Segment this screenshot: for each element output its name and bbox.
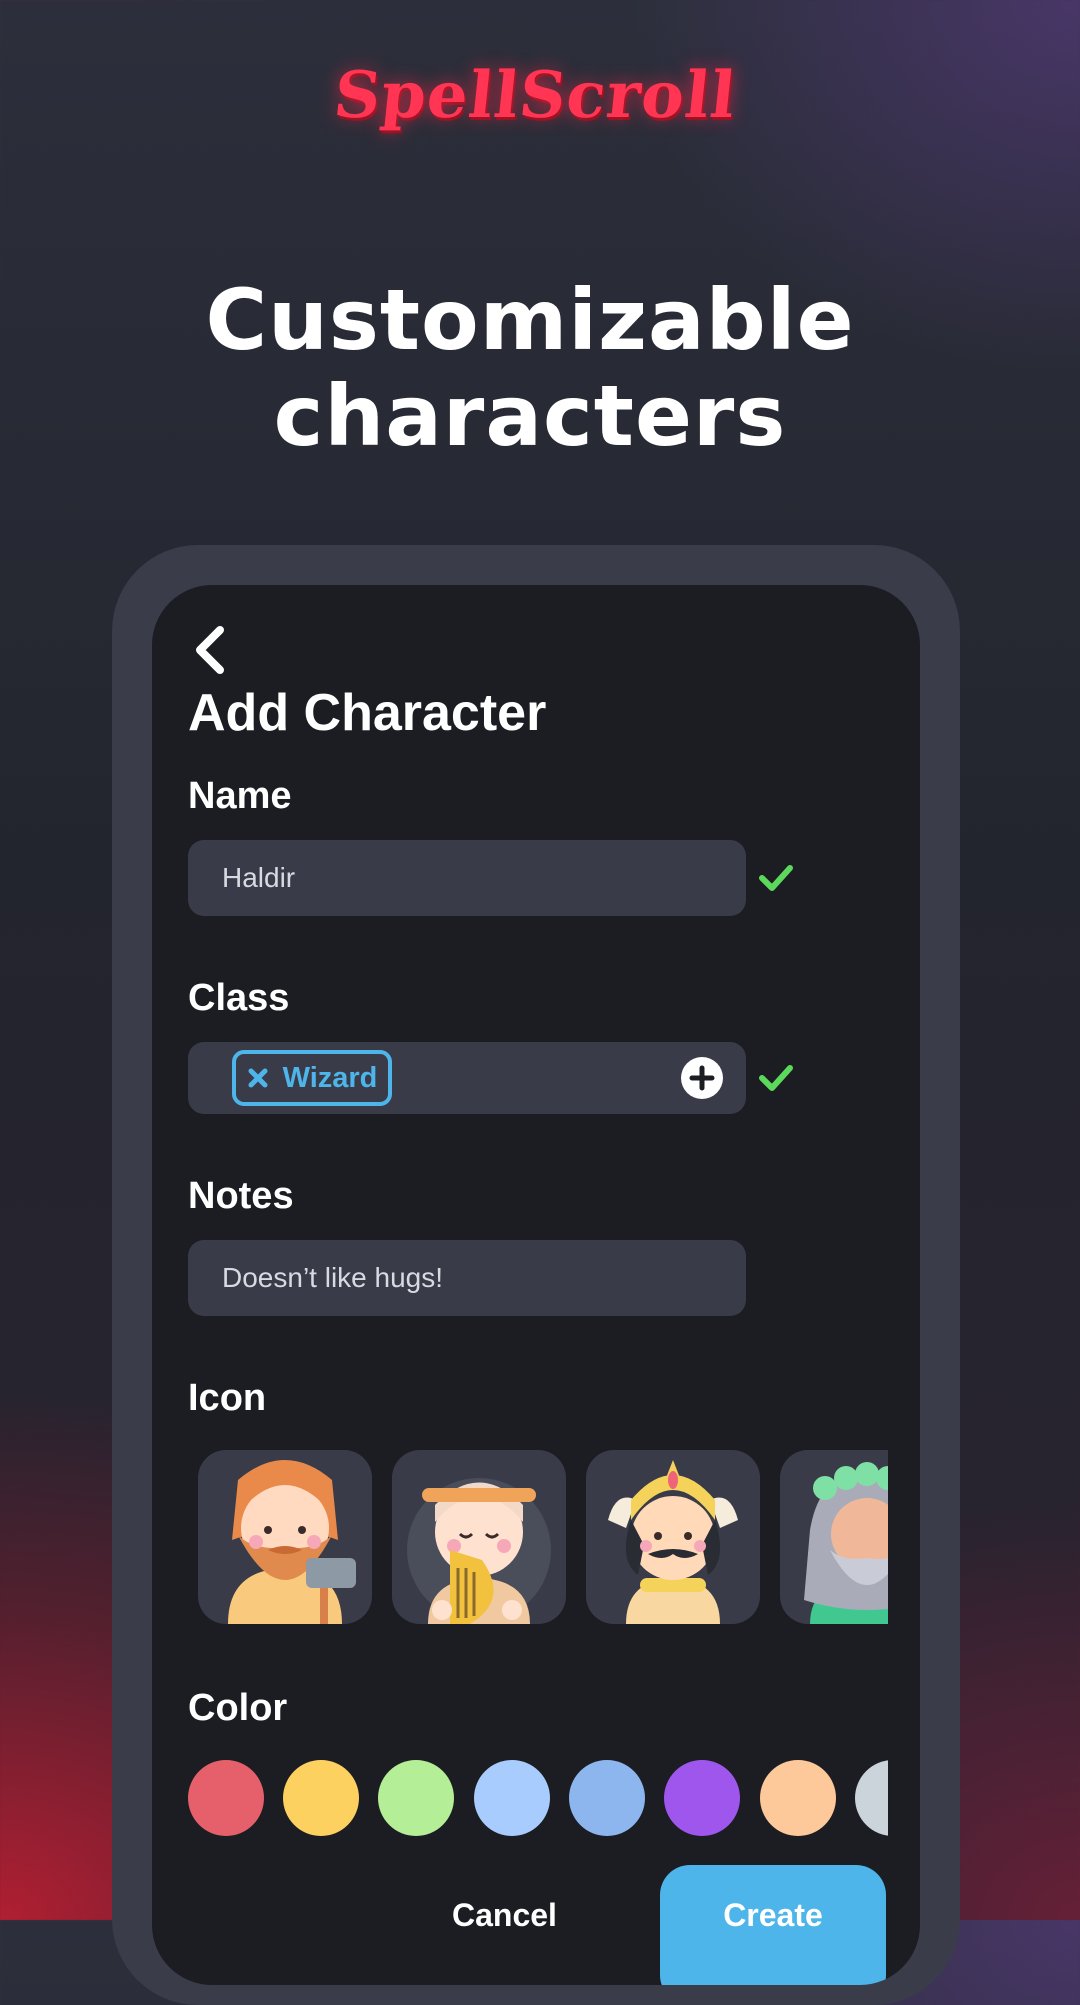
- color-swatch[interactable]: [569, 1760, 645, 1836]
- create-button[interactable]: Create: [660, 1865, 886, 1985]
- icon-picker: [198, 1450, 888, 1630]
- notes-field[interactable]: Doesn’t like hugs!: [188, 1240, 746, 1316]
- color-swatch[interactable]: [283, 1760, 359, 1836]
- page-title: Add Character: [188, 684, 547, 742]
- bard-harp-icon: [407, 1478, 551, 1624]
- color-swatch[interactable]: [474, 1760, 550, 1836]
- name-value: Haldir: [222, 862, 296, 893]
- chevron-left-icon: [196, 626, 224, 674]
- class-field[interactable]: Wizard: [188, 1042, 746, 1114]
- phone-frame: Add Character Name Haldir Class Wizard N…: [112, 545, 960, 2005]
- promo-headline: Customizable characters: [0, 272, 1060, 464]
- name-label: Name: [188, 775, 292, 817]
- icon-option-warrior[interactable]: [586, 1450, 760, 1624]
- add-character-screen: Add Character Name Haldir Class Wizard N…: [152, 585, 920, 1985]
- app-logo: SpellScroll: [330, 58, 740, 133]
- notes-label: Notes: [188, 1175, 294, 1217]
- elder-druid-icon: [804, 1462, 888, 1624]
- icon-label: Icon: [188, 1377, 267, 1419]
- color-swatch[interactable]: [760, 1760, 836, 1836]
- class-chip-label: Wizard: [282, 1061, 378, 1094]
- color-label: Color: [188, 1687, 288, 1729]
- color-swatch[interactable]: [664, 1760, 740, 1836]
- back-button[interactable]: [188, 625, 232, 675]
- warrior-king-icon: [608, 1460, 738, 1624]
- cancel-button[interactable]: Cancel: [452, 1897, 557, 1934]
- headline-line-1: Customizable: [205, 271, 855, 369]
- dwarf-blacksmith-icon: [228, 1460, 356, 1624]
- color-swatch[interactable]: [378, 1760, 454, 1836]
- icon-option-bard[interactable]: [392, 1450, 566, 1624]
- color-picker: [188, 1760, 888, 1840]
- notes-value: Doesn’t like hugs!: [222, 1262, 444, 1293]
- headline-line-2: characters: [273, 367, 787, 465]
- add-class-button[interactable]: [681, 1057, 723, 1099]
- color-swatch[interactable]: [188, 1760, 264, 1836]
- icon-option-druid[interactable]: [780, 1450, 888, 1624]
- color-swatch[interactable]: [855, 1760, 888, 1836]
- class-chip-wizard[interactable]: Wizard: [232, 1050, 392, 1106]
- class-valid-check-icon: [759, 1065, 793, 1091]
- icon-option-dwarf[interactable]: [198, 1450, 372, 1624]
- name-field[interactable]: Haldir: [188, 840, 746, 916]
- remove-chip-icon[interactable]: [247, 1067, 269, 1089]
- plus-circle-icon: [689, 1065, 715, 1091]
- class-label: Class: [188, 977, 290, 1019]
- name-valid-check-icon: [759, 865, 793, 891]
